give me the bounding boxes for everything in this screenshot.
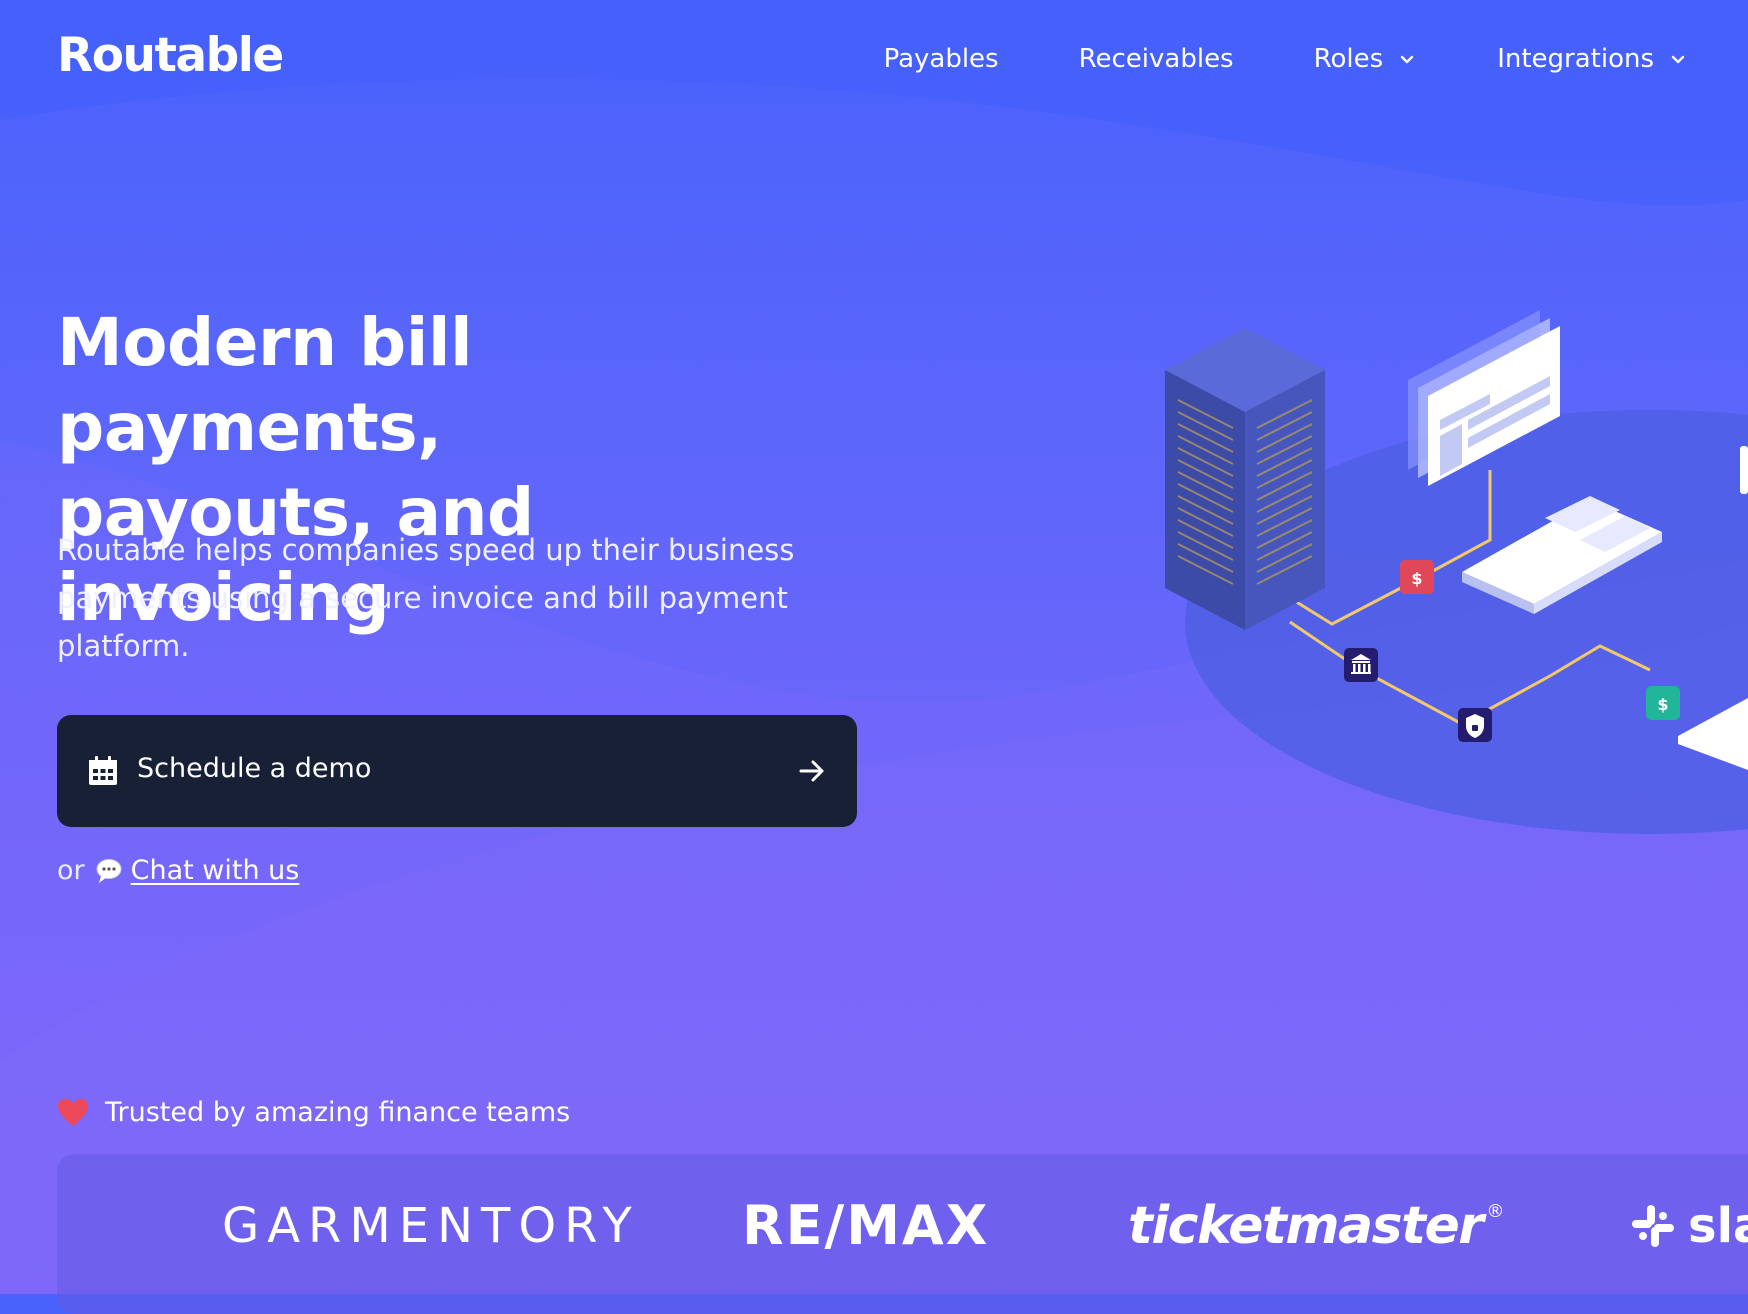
slack-icon — [1632, 1205, 1674, 1247]
slack-wordmark: sla — [1688, 1198, 1748, 1254]
nav-receivables[interactable]: Receivables — [1079, 44, 1234, 74]
ticketmaster-wordmark: ticketmaster — [1128, 1196, 1484, 1256]
nav-payables-label: Payables — [883, 44, 999, 74]
heart-icon — [58, 1098, 88, 1126]
chevron-down-icon — [1671, 55, 1685, 64]
payments-network-illustration: $ $ — [1165, 310, 1748, 834]
nav-integrations-label: Integrations — [1497, 44, 1654, 74]
nav-integrations[interactable]: Integrations — [1497, 44, 1688, 74]
bank-node — [1344, 648, 1378, 682]
nav-roles[interactable]: Roles — [1314, 44, 1418, 74]
nav-roles-label: Roles — [1313, 44, 1384, 74]
schedule-demo-button[interactable]: Schedule a demo — [57, 715, 857, 827]
svg-text:$: $ — [1657, 695, 1668, 714]
arrow-right-icon — [799, 760, 824, 782]
routable-logo[interactable]: Routable — [57, 28, 284, 83]
nav-receivables-label: Receivables — [1078, 44, 1234, 74]
chat-with-us-link[interactable]: Chat with us — [131, 855, 300, 886]
shield-node — [1458, 708, 1492, 742]
trusted-by-heading: Trusted by amazing finance teams — [57, 1097, 570, 1128]
server-icon — [1165, 328, 1325, 630]
ticketmaster-logo: ticketmaster ® — [1128, 1196, 1504, 1256]
registered-mark: ® — [1486, 1201, 1504, 1222]
hero-subtitle: Routable helps companies speed up their … — [57, 533, 795, 663]
or-text: or — [57, 855, 85, 886]
nav-payables[interactable]: Payables — [884, 44, 999, 74]
calendar-icon — [89, 756, 117, 785]
chevron-down-icon — [1400, 55, 1414, 64]
main-menu: Payables Receivables Roles Integrations — [884, 44, 1688, 74]
dollar-node-red: $ — [1400, 560, 1434, 594]
svg-text:$: $ — [1411, 569, 1422, 588]
chat-line: or Chat with us — [57, 855, 299, 886]
dollar-node-green: $ — [1646, 686, 1680, 720]
chat-bubble-icon — [96, 858, 122, 883]
schedule-demo-label: Schedule a demo — [137, 753, 372, 784]
garmentory-logo: GARMENTORY — [222, 1198, 640, 1254]
trusted-by-label: Trusted by amazing finance teams — [105, 1097, 571, 1128]
slack-logo: sla — [1630, 1198, 1748, 1254]
top-navigation: Routable Payables Receivables Roles Inte… — [0, 0, 1748, 120]
hero-heading-line-1: Modern bill payments, — [57, 304, 473, 466]
remax-logo: RE/MAX — [742, 1194, 990, 1257]
